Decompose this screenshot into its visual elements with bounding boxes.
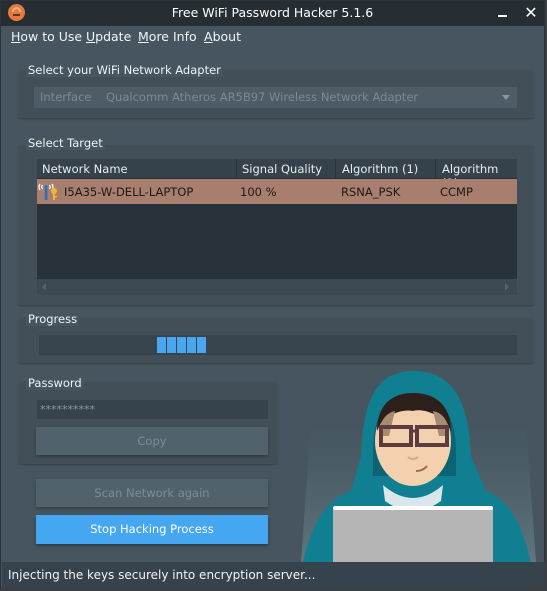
- progress-bar: [39, 335, 517, 355]
- cell-signal-quality: 100 %: [240, 185, 277, 199]
- cell-network-name: I5A35-W-DELL-LAPTOP: [64, 185, 194, 199]
- progress-group-label: Progress: [26, 312, 80, 326]
- window-title: Free WiFi Password Hacker 5.1.6: [171, 5, 374, 20]
- scan-network-button[interactable]: Scan Network again: [36, 479, 268, 507]
- menu-how-to-use[interactable]: How to Use: [11, 29, 82, 44]
- cell-algorithm-1: RSNA_PSK: [341, 185, 401, 199]
- adapter-group-label: Select your WiFi Network Adapter: [26, 63, 223, 77]
- cell-algorithm-2: CCMP: [440, 185, 473, 199]
- wifi-key-icon: [37, 180, 63, 202]
- column-algorithm-1[interactable]: Algorithm (1): [342, 162, 418, 176]
- minimize-icon: [498, 15, 507, 17]
- table-row[interactable]: I5A35-W-DELL-LAPTOP 100 % RSNA_PSK CCMP: [37, 179, 517, 204]
- progress-chunk: [157, 337, 166, 353]
- close-icon: ✕: [524, 3, 538, 22]
- status-text: Injecting the keys securely into encrypt…: [8, 568, 316, 582]
- column-separator: [435, 159, 436, 178]
- adapter-dropdown[interactable]: Interface Qualcomm Atheros AR5B97 Wirele…: [34, 87, 517, 108]
- progress-chunk: [167, 337, 176, 353]
- adapter-selected-value: Qualcomm Atheros AR5B97 Wireless Network…: [106, 90, 419, 104]
- password-value: **********: [40, 403, 95, 416]
- title-bar: Free WiFi Password Hacker 5.1.6 ✕: [1, 1, 544, 26]
- app-window: Free WiFi Password Hacker 5.1.6 ✕ How to…: [0, 0, 545, 588]
- password-field[interactable]: **********: [37, 400, 268, 419]
- column-separator: [236, 159, 237, 178]
- chevron-down-icon: [502, 95, 510, 100]
- progress-chunk: [197, 337, 206, 353]
- menu-update[interactable]: Update: [86, 29, 131, 44]
- menu-bar: How to Use Update More Info About: [1, 26, 544, 48]
- copy-button[interactable]: Copy: [36, 427, 268, 455]
- status-bar: Injecting the keys securely into encrypt…: [2, 562, 545, 588]
- column-network-name[interactable]: Network Name: [42, 162, 128, 176]
- menu-more-info[interactable]: More Info: [138, 29, 197, 44]
- network-table: Network Name Signal Quality Algorithm (1…: [37, 159, 517, 295]
- column-signal-quality[interactable]: Signal Quality: [242, 162, 322, 176]
- minimize-button[interactable]: [491, 3, 515, 23]
- interface-label: Interface: [40, 90, 92, 104]
- close-button[interactable]: ✕: [519, 3, 543, 23]
- scroll-left-icon[interactable]: [42, 283, 46, 291]
- hacker-illustration: [291, 361, 547, 564]
- table-header: Network Name Signal Quality Algorithm (1…: [37, 159, 517, 190]
- password-group-label: Password: [26, 376, 84, 390]
- menu-about[interactable]: About: [204, 29, 241, 44]
- horizontal-scrollbar[interactable]: [37, 279, 517, 295]
- scroll-right-icon[interactable]: [505, 283, 509, 291]
- stop-hacking-button[interactable]: Stop Hacking Process: [36, 515, 268, 544]
- target-group-label: Select Target: [26, 136, 105, 150]
- progress-chunk: [177, 337, 186, 353]
- progress-chunk: [187, 337, 196, 353]
- column-separator: [335, 159, 336, 178]
